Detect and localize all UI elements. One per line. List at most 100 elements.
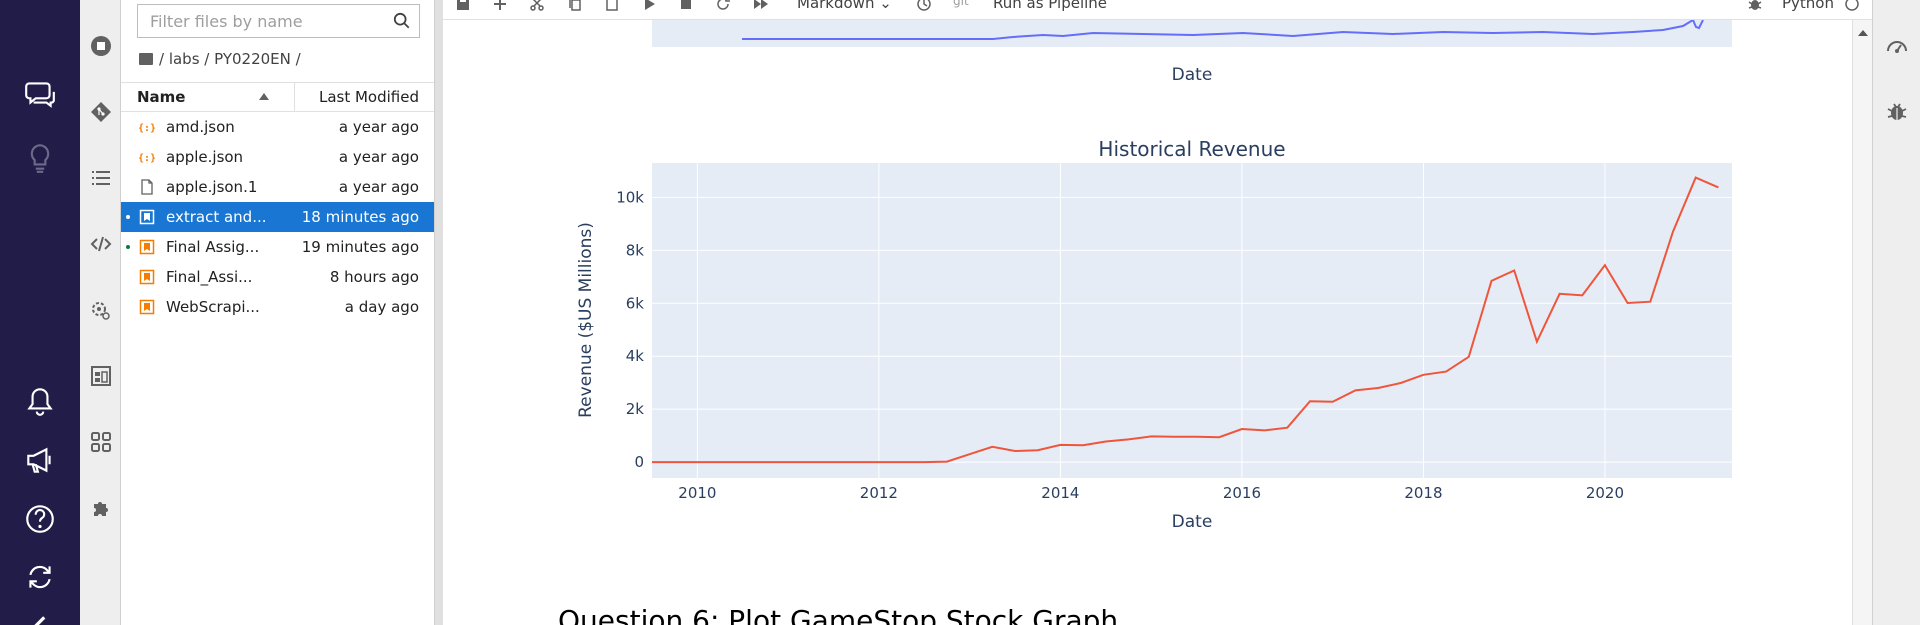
question-6-heading: Question 6: Plot GameStop Stock Graph: [558, 604, 1119, 625]
activity-bar: [80, 0, 121, 625]
y-tick-label: 6k: [626, 294, 645, 312]
cut-icon[interactable]: [527, 0, 547, 14]
y-tick-label: 0: [634, 453, 644, 471]
file-row[interactable]: extract and... 18 minutes ago: [121, 202, 434, 232]
y-axis-ticks: 0 2k 4k 6k 8k 10k: [616, 188, 644, 471]
clock-icon[interactable]: [914, 0, 934, 14]
sync-icon[interactable]: [20, 557, 60, 597]
file-name: apple.json.1: [166, 178, 258, 196]
file-modified: a year ago: [338, 118, 419, 136]
copy-icon[interactable]: [565, 0, 585, 14]
save-icon[interactable]: [453, 0, 473, 14]
file-name: extract and...: [166, 208, 267, 226]
table-of-contents-icon[interactable]: [86, 163, 116, 193]
file-name: apple.json: [166, 148, 244, 166]
x-tick-label: 2010: [678, 484, 716, 502]
extension-manager-icon[interactable]: [86, 493, 116, 523]
announcements-icon[interactable]: [20, 440, 60, 480]
file-icon: [139, 179, 155, 195]
stop-icon[interactable]: [676, 0, 696, 14]
x-tick-label: 2012: [860, 484, 898, 502]
file-list-header: Name Last Modified: [121, 82, 434, 112]
lightbulb-icon[interactable]: [20, 138, 60, 178]
file-name: Final Assig...: [166, 238, 260, 256]
kernel-name[interactable]: Python: [1782, 0, 1834, 12]
file-row[interactable]: apple.json.1 a year ago: [121, 172, 434, 202]
notebook-icon: [139, 299, 155, 315]
sort-ascending-icon: [259, 93, 269, 100]
file-name: WebScrapi...: [166, 298, 260, 316]
folder-icon[interactable]: [139, 53, 153, 65]
file-name: Final_Assi...: [166, 268, 253, 286]
x-tick-label: 2014: [1041, 484, 1079, 502]
file-modified: 19 minutes ago: [301, 238, 419, 256]
notebook-panel: Markdown ⌄ git Run as Pipeline Python Da…: [443, 0, 1872, 625]
file-row[interactable]: Final_Assi... 8 hours ago: [121, 262, 434, 292]
file-row[interactable]: {:} apple.json a year ago: [121, 142, 434, 172]
json-icon: {:}: [138, 119, 156, 135]
last-modified-column-header[interactable]: Last Modified: [319, 88, 419, 106]
notebook-icon: [139, 239, 155, 255]
debugger-panel-icon[interactable]: [1885, 100, 1909, 124]
cell-type-value: Markdown: [797, 0, 875, 12]
file-modified: 18 minutes ago: [301, 208, 419, 226]
notebook-toolbar: Markdown ⌄ git Run as Pipeline Python: [443, 0, 1872, 20]
chart-title: Historical Revenue: [1098, 137, 1285, 161]
y-tick-label: 10k: [616, 188, 644, 206]
file-modified: a year ago: [338, 178, 419, 196]
fast-forward-icon[interactable]: [751, 0, 771, 14]
property-inspector-icon[interactable]: [1885, 34, 1909, 58]
jupyterlab-app: / labs / PY0220EN / Name Last Modified {…: [0, 0, 1920, 625]
file-row[interactable]: Final Assig... 19 minutes ago: [121, 232, 434, 262]
filter-files-input[interactable]: [138, 5, 378, 37]
chart-plot-area: [652, 163, 1732, 478]
notebook-scrollbar[interactable]: [1852, 20, 1872, 625]
y-tick-label: 8k: [626, 241, 645, 259]
cell-type-select[interactable]: Markdown ⌄: [797, 0, 892, 12]
x-axis-title: Date: [1172, 512, 1213, 532]
name-column-header[interactable]: Name: [137, 88, 185, 106]
code-snippets-icon[interactable]: [86, 229, 116, 259]
scroll-up-icon[interactable]: [1858, 30, 1868, 36]
svg-text:{:}: {:}: [139, 153, 155, 164]
x-tick-label: 2018: [1404, 484, 1442, 502]
paste-icon[interactable]: [602, 0, 622, 14]
file-modified: a day ago: [344, 298, 419, 316]
pipeline-components-icon[interactable]: [86, 361, 116, 391]
file-modified: a year ago: [338, 148, 419, 166]
run-icon[interactable]: [639, 0, 659, 14]
file-row[interactable]: {:} amd.json a year ago: [121, 112, 434, 142]
search-icon[interactable]: [393, 12, 411, 30]
running-indicator-icon: [126, 245, 130, 249]
file-modified: 8 hours ago: [329, 268, 419, 286]
git-diff-button[interactable]: git: [953, 0, 969, 8]
chat-icon[interactable]: [20, 74, 60, 114]
upper-chart-x-axis-title: Date: [1172, 65, 1213, 85]
y-axis-title: Revenue ($US Millions): [576, 222, 596, 418]
running-indicator-icon: [126, 215, 130, 219]
running-kernels-icon[interactable]: [86, 31, 116, 61]
notifications-icon[interactable]: [20, 382, 60, 422]
add-cell-icon[interactable]: [490, 0, 510, 14]
column-divider[interactable]: [294, 83, 295, 111]
x-tick-label: 2020: [1586, 484, 1624, 502]
file-row[interactable]: WebScrapi... a day ago: [121, 292, 434, 322]
collapse-icon[interactable]: [20, 608, 60, 625]
left-rail: [0, 0, 80, 625]
debugger-icon[interactable]: [1745, 0, 1765, 14]
breadcrumb-path[interactable]: / labs / PY0220EN /: [159, 50, 301, 68]
json-icon: {:}: [138, 149, 156, 165]
git-icon[interactable]: [86, 97, 116, 127]
run-as-pipeline-button[interactable]: Run as Pipeline: [993, 0, 1107, 12]
help-icon[interactable]: [20, 499, 60, 539]
restart-icon[interactable]: [713, 0, 733, 14]
filter-box: [137, 4, 420, 38]
breadcrumb: / labs / PY0220EN /: [139, 50, 301, 68]
panel-splitter[interactable]: [434, 0, 443, 625]
file-name: amd.json: [166, 118, 235, 136]
right-sidebar: [1872, 0, 1920, 625]
notebook-icon: [139, 269, 155, 285]
output-charts: Date Historical Revenue 2010 2012 2014 2016…: [576, 20, 1732, 532]
runtime-settings-icon[interactable]: [86, 295, 116, 325]
extensions-grid-icon[interactable]: [86, 427, 116, 457]
